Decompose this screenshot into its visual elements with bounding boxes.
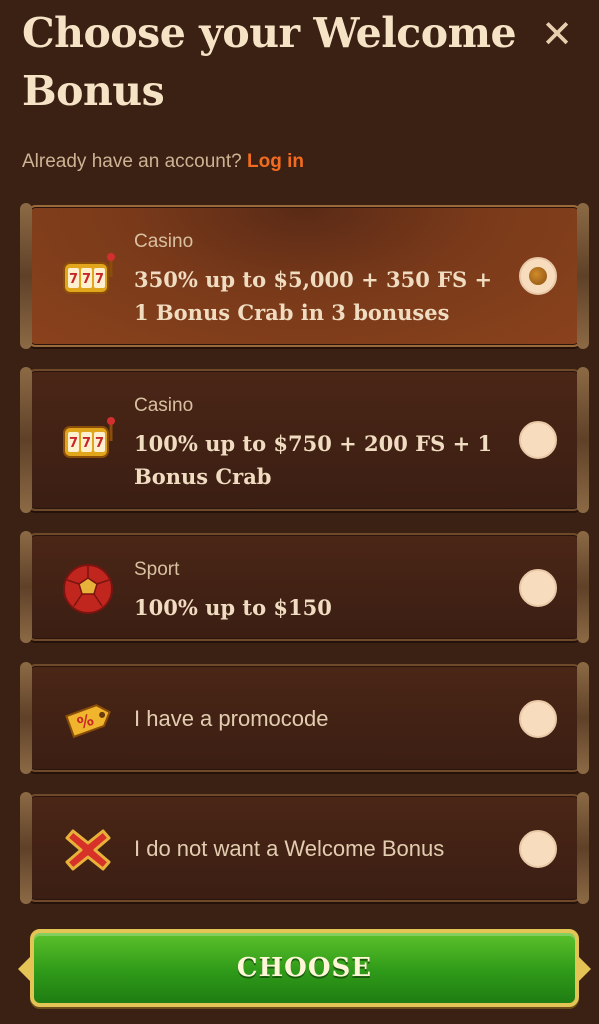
option-label: I have a promocode xyxy=(134,706,329,731)
login-link[interactable]: Log in xyxy=(247,151,304,172)
svg-text:7: 7 xyxy=(82,436,91,451)
option-radio[interactable] xyxy=(519,830,557,868)
promo-tag-icon: % xyxy=(60,692,116,748)
option-category: Casino xyxy=(134,231,194,252)
red-x-icon xyxy=(60,822,116,878)
option-radio[interactable] xyxy=(519,569,557,607)
svg-text:7: 7 xyxy=(82,272,91,287)
soccer-ball-icon xyxy=(60,561,116,617)
option-label: I do not want a Welcome Bonus xyxy=(134,836,445,861)
option-category: Casino xyxy=(134,395,194,416)
option-radio[interactable] xyxy=(519,257,557,295)
page-title: Choose your Welcome Bonus xyxy=(22,9,517,115)
slot-machine-icon: 7 7 7 xyxy=(60,249,116,305)
account-text: Already have an account? xyxy=(22,151,242,172)
bonus-option-sport[interactable]: Sport 100% up to $150 xyxy=(20,531,589,643)
account-prompt: Already have an account? Log in xyxy=(22,151,304,173)
option-offer: 100% up to $750 + 200 FS + 1 Bonus Crab xyxy=(134,431,493,489)
option-radio[interactable] xyxy=(519,700,557,738)
close-icon[interactable]: ✕ xyxy=(537,14,577,54)
slot-machine-icon: 7 7 7 xyxy=(60,413,116,469)
bonus-option-none[interactable]: I do not want a Welcome Bonus xyxy=(20,792,589,904)
option-radio[interactable] xyxy=(519,421,557,459)
option-category: Sport xyxy=(134,559,180,580)
option-offer: 350% up to $5,000 + 350 FS + 1 Bonus Cra… xyxy=(134,267,493,325)
bonus-option-casino-100[interactable]: 7 7 7 Casino 100% up to $750 + 200 FS + … xyxy=(20,367,589,513)
svg-text:7: 7 xyxy=(69,272,78,287)
option-offer: 100% up to $150 xyxy=(134,595,332,620)
svg-text:7: 7 xyxy=(95,272,104,287)
bonus-option-casino-350[interactable]: 7 7 7 Casino 350% up to $5,000 + 350 FS … xyxy=(20,203,589,349)
svg-text:7: 7 xyxy=(95,436,104,451)
bonus-option-promocode[interactable]: % I have a promocode xyxy=(20,662,589,774)
svg-text:7: 7 xyxy=(69,436,78,451)
choose-button[interactable]: CHOOSE xyxy=(18,929,591,1007)
